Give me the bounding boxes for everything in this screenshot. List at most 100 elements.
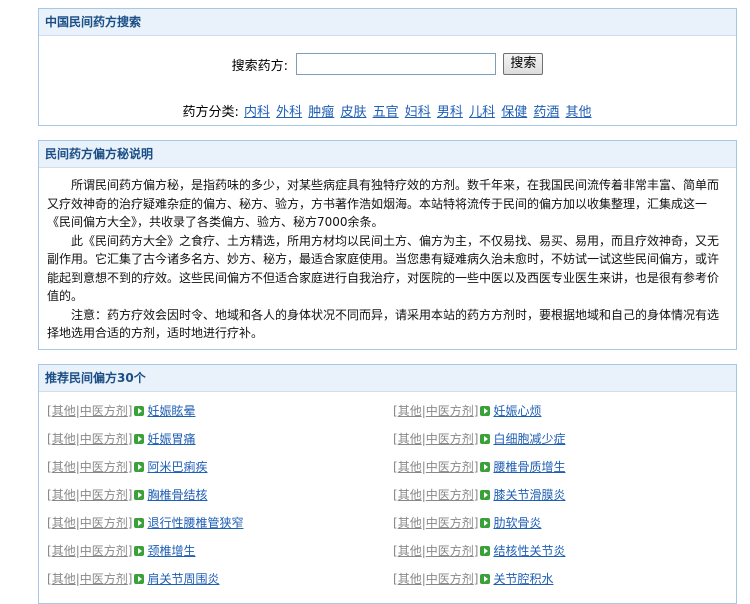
search-panel: 中国民间药方搜索 搜索药方: 搜索 药方分类: 内科 外科 肿瘤 皮肤 五官 妇… bbox=[38, 8, 737, 126]
category-link[interactable]: 保健 bbox=[501, 105, 527, 120]
item-tag: [其他|中医方剂] bbox=[47, 460, 132, 474]
arrow-icon bbox=[134, 434, 145, 444]
tag-other-link[interactable]: 其他 bbox=[52, 404, 76, 418]
tag-tcm-link[interactable]: 中医方剂 bbox=[80, 488, 128, 502]
arrow-icon bbox=[480, 462, 491, 472]
arrow-icon bbox=[480, 434, 491, 444]
tag-other-link[interactable]: 其他 bbox=[398, 404, 422, 418]
list-item: [其他|中医方剂] 退行性腰椎管狭窄 bbox=[47, 509, 243, 537]
list-row: [其他|中医方剂] 妊娠眩晕 [其他|中医方剂] 妊娠心烦 bbox=[47, 397, 728, 425]
tag-tcm-link[interactable]: 中医方剂 bbox=[426, 404, 474, 418]
category-link[interactable]: 皮肤 bbox=[340, 105, 366, 120]
search-row: 搜索药方: 搜索 bbox=[39, 53, 736, 75]
item-tag: [其他|中医方剂] bbox=[393, 544, 478, 558]
category-link[interactable]: 药酒 bbox=[533, 105, 559, 120]
remedy-link[interactable]: 颈椎增生 bbox=[147, 544, 195, 558]
category-link[interactable]: 妇科 bbox=[405, 105, 431, 120]
remedy-link[interactable]: 妊娠胃痛 bbox=[147, 432, 195, 446]
remedy-link[interactable]: 腰椎骨质增生 bbox=[493, 460, 565, 474]
tag-other-link[interactable]: 其他 bbox=[398, 488, 422, 502]
tag-tcm-link[interactable]: 中医方剂 bbox=[426, 572, 474, 586]
tag-bracket: ] bbox=[473, 544, 479, 558]
remedy-link[interactable]: 肋软骨炎 bbox=[493, 516, 541, 530]
item-tag: [其他|中医方剂] bbox=[47, 544, 132, 558]
list-item: [其他|中医方剂] 膝关节滑膜炎 bbox=[393, 481, 565, 509]
tag-tcm-link[interactable]: 中医方剂 bbox=[426, 432, 474, 446]
tag-bracket: ] bbox=[127, 432, 133, 446]
tag-tcm-link[interactable]: 中医方剂 bbox=[80, 544, 128, 558]
tag-tcm-link[interactable]: 中医方剂 bbox=[426, 460, 474, 474]
category-link[interactable]: 肿瘤 bbox=[308, 105, 334, 120]
tag-tcm-link[interactable]: 中医方剂 bbox=[80, 432, 128, 446]
item-tag: [其他|中医方剂] bbox=[393, 516, 478, 530]
tag-other-link[interactable]: 其他 bbox=[52, 432, 76, 446]
arrow-icon bbox=[480, 406, 491, 416]
list-item: [其他|中医方剂] 关节腔积水 bbox=[393, 565, 553, 593]
category-link[interactable]: 儿科 bbox=[469, 105, 495, 120]
category-link[interactable]: 内科 bbox=[244, 105, 270, 120]
arrow-icon bbox=[480, 518, 491, 528]
remedy-link[interactable]: 白细胞减少症 bbox=[493, 432, 565, 446]
list-row: [其他|中医方剂] 退行性腰椎管狭窄 [其他|中医方剂] 肋软骨炎 bbox=[47, 509, 728, 537]
remedy-link[interactable]: 妊娠心烦 bbox=[493, 404, 541, 418]
tag-tcm-link[interactable]: 中医方剂 bbox=[80, 516, 128, 530]
remedy-link[interactable]: 膝关节滑膜炎 bbox=[493, 488, 565, 502]
tag-bracket: ] bbox=[473, 404, 479, 418]
tag-tcm-link[interactable]: 中医方剂 bbox=[80, 404, 128, 418]
tag-other-link[interactable]: 其他 bbox=[398, 572, 422, 586]
tag-bracket: ] bbox=[473, 488, 479, 502]
list-item: [其他|中医方剂] 胸椎骨结核 bbox=[47, 481, 207, 509]
remedy-link[interactable]: 肩关节周围炎 bbox=[147, 572, 219, 586]
category-link[interactable]: 五官 bbox=[373, 105, 399, 120]
remedy-link[interactable]: 阿米巴痢疾 bbox=[147, 460, 207, 474]
tag-other-link[interactable]: 其他 bbox=[398, 544, 422, 558]
remedy-link[interactable]: 退行性腰椎管狭窄 bbox=[147, 516, 243, 530]
remedy-link[interactable]: 妊娠眩晕 bbox=[147, 404, 195, 418]
search-input[interactable] bbox=[296, 53, 497, 75]
arrow-icon bbox=[480, 574, 491, 584]
tag-other-link[interactable]: 其他 bbox=[398, 516, 422, 530]
arrow-icon bbox=[480, 546, 491, 556]
recommend-list: [其他|中医方剂] 妊娠眩晕 [其他|中医方剂] 妊娠心烦 [其他|中医方剂] 妊娠胃痛 [… bbox=[47, 397, 728, 593]
tag-other-link[interactable]: 其他 bbox=[52, 572, 76, 586]
category-link[interactable]: 男科 bbox=[437, 105, 463, 120]
tag-bracket: ] bbox=[127, 404, 133, 418]
list-item: [其他|中医方剂] 肋软骨炎 bbox=[393, 509, 541, 537]
search-button[interactable]: 搜索 bbox=[503, 53, 544, 75]
tag-other-link[interactable]: 其他 bbox=[52, 544, 76, 558]
tag-bracket: ] bbox=[473, 516, 479, 530]
search-panel-title: 中国民间药方搜索 bbox=[39, 9, 736, 36]
item-tag: [其他|中医方剂] bbox=[393, 460, 478, 474]
tag-other-link[interactable]: 其他 bbox=[52, 488, 76, 502]
list-item: [其他|中医方剂] 阿米巴痢疾 bbox=[47, 453, 207, 481]
recommend-panel-title: 推荐民间偏方30个 bbox=[39, 365, 736, 392]
arrow-icon bbox=[134, 462, 145, 472]
recommend-panel: 推荐民间偏方30个 [其他|中医方剂] 妊娠眩晕 [其他|中医方剂] 妊娠心烦 [其他|… bbox=[38, 364, 737, 604]
item-tag: [其他|中医方剂] bbox=[47, 404, 132, 418]
tag-other-link[interactable]: 其他 bbox=[52, 516, 76, 530]
remedy-link[interactable]: 结核性关节炎 bbox=[493, 544, 565, 558]
list-item: [其他|中医方剂] 腰椎骨质增生 bbox=[393, 453, 565, 481]
tag-tcm-link[interactable]: 中医方剂 bbox=[80, 572, 128, 586]
description-paragraph: 注意：药方疗效会因时令、地域和各人的身体状况不同而异，请采用本站的药方方剂时，要… bbox=[47, 307, 720, 341]
category-link[interactable]: 外科 bbox=[276, 105, 302, 120]
tag-bracket: ] bbox=[127, 488, 133, 502]
list-item: [其他|中医方剂] 肩关节周围炎 bbox=[47, 565, 219, 593]
list-row: [其他|中医方剂] 肩关节周围炎 [其他|中医方剂] 关节腔积水 bbox=[47, 565, 728, 593]
tag-tcm-link[interactable]: 中医方剂 bbox=[426, 516, 474, 530]
tag-other-link[interactable]: 其他 bbox=[398, 460, 422, 474]
arrow-icon bbox=[480, 490, 491, 500]
tag-tcm-link[interactable]: 中医方剂 bbox=[426, 544, 474, 558]
remedy-link[interactable]: 胸椎骨结核 bbox=[147, 488, 207, 502]
remedy-link[interactable]: 关节腔积水 bbox=[493, 572, 553, 586]
tag-bracket: ] bbox=[473, 432, 479, 446]
category-link[interactable]: 其他 bbox=[566, 105, 592, 120]
tag-other-link[interactable]: 其他 bbox=[52, 460, 76, 474]
arrow-icon bbox=[134, 406, 145, 416]
item-tag: [其他|中医方剂] bbox=[47, 572, 132, 586]
tag-tcm-link[interactable]: 中医方剂 bbox=[80, 460, 128, 474]
list-row: [其他|中医方剂] 妊娠胃痛 [其他|中医方剂] 白细胞减少症 bbox=[47, 425, 728, 453]
tag-other-link[interactable]: 其他 bbox=[398, 432, 422, 446]
list-row: [其他|中医方剂] 颈椎增生 [其他|中医方剂] 结核性关节炎 bbox=[47, 537, 728, 565]
tag-tcm-link[interactable]: 中医方剂 bbox=[426, 488, 474, 502]
